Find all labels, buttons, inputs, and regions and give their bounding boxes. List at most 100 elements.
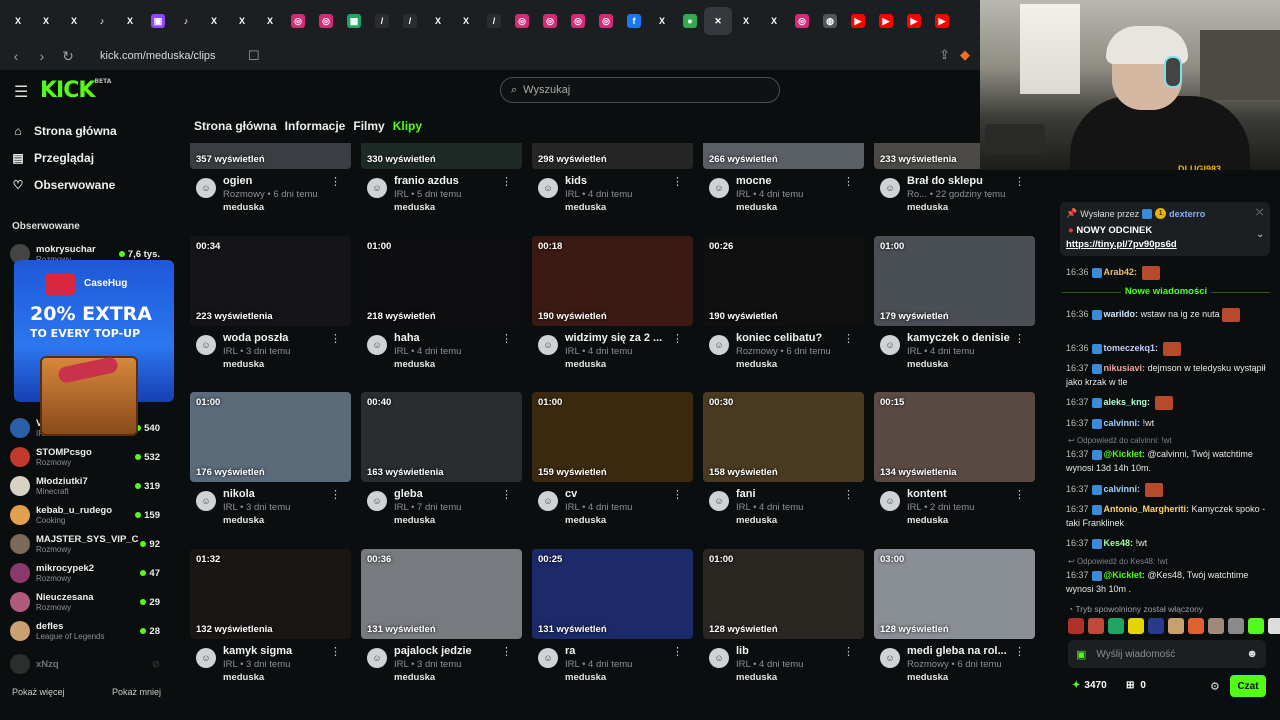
clip-title[interactable]: mocne: [736, 175, 846, 187]
clip-card[interactable]: 330 wyświetleń ☺ franio azdus IRL • 5 dni t…: [361, 79, 522, 219]
clip-card[interactable]: 01:00 128 wyświetleń ☺ lib IRL • 4 dni temu m…: [703, 549, 864, 689]
clip-thumbnail[interactable]: 01:00 159 wyświetleń: [532, 392, 693, 482]
clip-thumbnail[interactable]: 01:32 132 wyświetlenia: [190, 549, 351, 639]
browser-tab[interactable]: X: [452, 7, 480, 35]
clip-channel[interactable]: meduska: [565, 515, 606, 526]
clip-thumbnail[interactable]: 01:00 128 wyświetleń: [703, 549, 864, 639]
chat-username[interactable]: Arab42:: [1104, 267, 1138, 277]
emote-icon[interactable]: [1168, 618, 1184, 634]
clip-thumbnail[interactable]: 00:34 223 wyświetlenia: [190, 236, 351, 326]
forward-arrow-icon[interactable]: ›: [32, 48, 52, 64]
channel-avatar[interactable]: ☺: [709, 335, 729, 355]
chat-input-box[interactable]: ▣ ☻: [1068, 640, 1266, 668]
more-options-icon[interactable]: ⋮: [501, 332, 512, 345]
clip-channel[interactable]: meduska: [907, 202, 948, 213]
clip-card[interactable]: 00:15 134 wyświetlenia ☺ kontent IRL • 2 dni…: [874, 392, 1035, 532]
clip-title[interactable]: Brał do sklepu: [907, 175, 1017, 187]
emoji-icon[interactable]: ☻: [1246, 648, 1258, 660]
clip-channel[interactable]: meduska: [907, 515, 948, 526]
clip-card[interactable]: 01:00 218 wyświetleń ☺ haha IRL • 4 dni temu…: [361, 236, 522, 376]
clip-card[interactable]: 298 wyświetleń ☺ kids IRL • 4 dni temu medus…: [532, 79, 693, 219]
clip-thumbnail[interactable]: 01:00 218 wyświetleń: [361, 236, 522, 326]
menu-icon[interactable]: ☰: [14, 82, 28, 102]
emote-icon[interactable]: [1228, 618, 1244, 634]
browser-tab[interactable]: X: [200, 7, 228, 35]
more-options-icon[interactable]: ⋮: [843, 332, 854, 345]
more-options-icon[interactable]: ⋮: [1014, 332, 1025, 345]
followed-channel-item[interactable]: Młodziutki7 Minecraft 319: [10, 472, 160, 500]
channel-avatar[interactable]: ☺: [367, 491, 387, 511]
clip-channel[interactable]: meduska: [223, 672, 264, 683]
chat-username[interactable]: warildo:: [1104, 309, 1139, 319]
emote-icon[interactable]: [1268, 618, 1280, 634]
more-options-icon[interactable]: ⋮: [672, 175, 683, 188]
browser-tab[interactable]: f: [620, 7, 648, 35]
channel-avatar[interactable]: ☺: [880, 335, 900, 355]
followed-channel-item[interactable]: STOMPcsgo Rozmowy 532: [10, 443, 160, 471]
kick-logo[interactable]: KICKBETA: [40, 78, 111, 103]
browser-tab[interactable]: ◎: [592, 7, 620, 35]
more-options-icon[interactable]: ⋮: [501, 488, 512, 501]
clip-title[interactable]: kamyczek o denisie: [907, 332, 1017, 344]
more-options-icon[interactable]: ⋮: [501, 645, 512, 658]
clip-title[interactable]: kids: [565, 175, 675, 187]
clip-thumbnail[interactable]: 00:30 158 wyświetleń: [703, 392, 864, 482]
more-options-icon[interactable]: ⋮: [672, 488, 683, 501]
chat-message-input[interactable]: [1096, 648, 1227, 660]
clip-thumbnail[interactable]: 00:25 131 wyświetleń: [532, 549, 693, 639]
channel-avatar[interactable]: ☺: [538, 178, 558, 198]
show-less-link[interactable]: Pokaż mniej: [112, 687, 161, 697]
clip-channel[interactable]: meduska: [223, 202, 264, 213]
clip-card[interactable]: 03:00 128 wyświetleń ☺ medi gleba na rol...…: [874, 549, 1035, 689]
chevron-down-icon[interactable]: ⌄: [1256, 229, 1264, 240]
clip-card[interactable]: 00:34 223 wyświetlenia ☺ woda poszła IRL • 3…: [190, 236, 351, 376]
channel-avatar[interactable]: ☺: [709, 648, 729, 668]
clip-title[interactable]: widzimy się za 2 ...: [565, 332, 675, 344]
more-options-icon[interactable]: ⋮: [843, 488, 854, 501]
browser-tab[interactable]: ▦: [340, 7, 368, 35]
browser-tab[interactable]: /: [368, 7, 396, 35]
clip-channel[interactable]: meduska: [394, 515, 435, 526]
clip-title[interactable]: koniec celibatu?: [736, 332, 846, 344]
channel-avatar[interactable]: ☺: [538, 491, 558, 511]
channel-avatar[interactable]: ☺: [709, 491, 729, 511]
clip-title[interactable]: pajalock jedzie: [394, 645, 504, 657]
channel-avatar[interactable]: ☺: [367, 335, 387, 355]
browser-tab[interactable]: ▶: [844, 7, 872, 35]
browser-tab[interactable]: ◍: [816, 7, 844, 35]
chat-settings-icon[interactable]: ⚙: [1210, 680, 1220, 693]
followed-channel-item[interactable]: Nieuczesana Rozmowy 29: [10, 588, 160, 616]
clip-thumbnail[interactable]: 00:15 134 wyświetlenia: [874, 392, 1035, 482]
more-options-icon[interactable]: ⋮: [1014, 645, 1025, 658]
browser-tab[interactable]: ✕: [704, 7, 732, 35]
browser-tab[interactable]: X: [32, 7, 60, 35]
clip-title[interactable]: fani: [736, 488, 846, 500]
back-arrow-icon[interactable]: ‹: [6, 48, 26, 64]
chat-username[interactable]: @Kicklet:: [1104, 570, 1145, 580]
share-icon[interactable]: ⇪: [939, 47, 950, 63]
browser-tab[interactable]: X: [116, 7, 144, 35]
clip-thumbnail[interactable]: 03:00 128 wyświetleń: [874, 549, 1035, 639]
browser-tab[interactable]: ▶: [928, 7, 956, 35]
more-options-icon[interactable]: ⋮: [843, 175, 854, 188]
channel-avatar[interactable]: ☺: [880, 178, 900, 198]
more-options-icon[interactable]: ⋮: [330, 175, 341, 188]
channel-avatar[interactable]: ☺: [880, 491, 900, 511]
more-options-icon[interactable]: ⋮: [1014, 175, 1025, 188]
browser-tab[interactable]: ◎: [564, 7, 592, 35]
browser-tab[interactable]: X: [60, 7, 88, 35]
clip-thumbnail[interactable]: 00:36 131 wyświetleń: [361, 549, 522, 639]
clip-channel[interactable]: meduska: [565, 202, 606, 213]
clip-title[interactable]: ogien: [223, 175, 333, 187]
emote-icon[interactable]: [1088, 618, 1104, 634]
more-options-icon[interactable]: ⋮: [501, 175, 512, 188]
clip-card[interactable]: 00:18 190 wyświetleń ☺ widzimy się za 2 ...…: [532, 236, 693, 376]
emote-icon[interactable]: [1148, 618, 1164, 634]
reload-icon[interactable]: ↻: [58, 48, 78, 65]
clip-channel[interactable]: meduska: [736, 202, 777, 213]
browser-tab[interactable]: ◎: [536, 7, 564, 35]
followed-channel-item[interactable]: kebab_u_rudego Cooking 159: [10, 501, 160, 529]
browser-tab[interactable]: X: [760, 7, 788, 35]
emote-icon[interactable]: [1208, 618, 1224, 634]
browser-tab[interactable]: ◎: [284, 7, 312, 35]
